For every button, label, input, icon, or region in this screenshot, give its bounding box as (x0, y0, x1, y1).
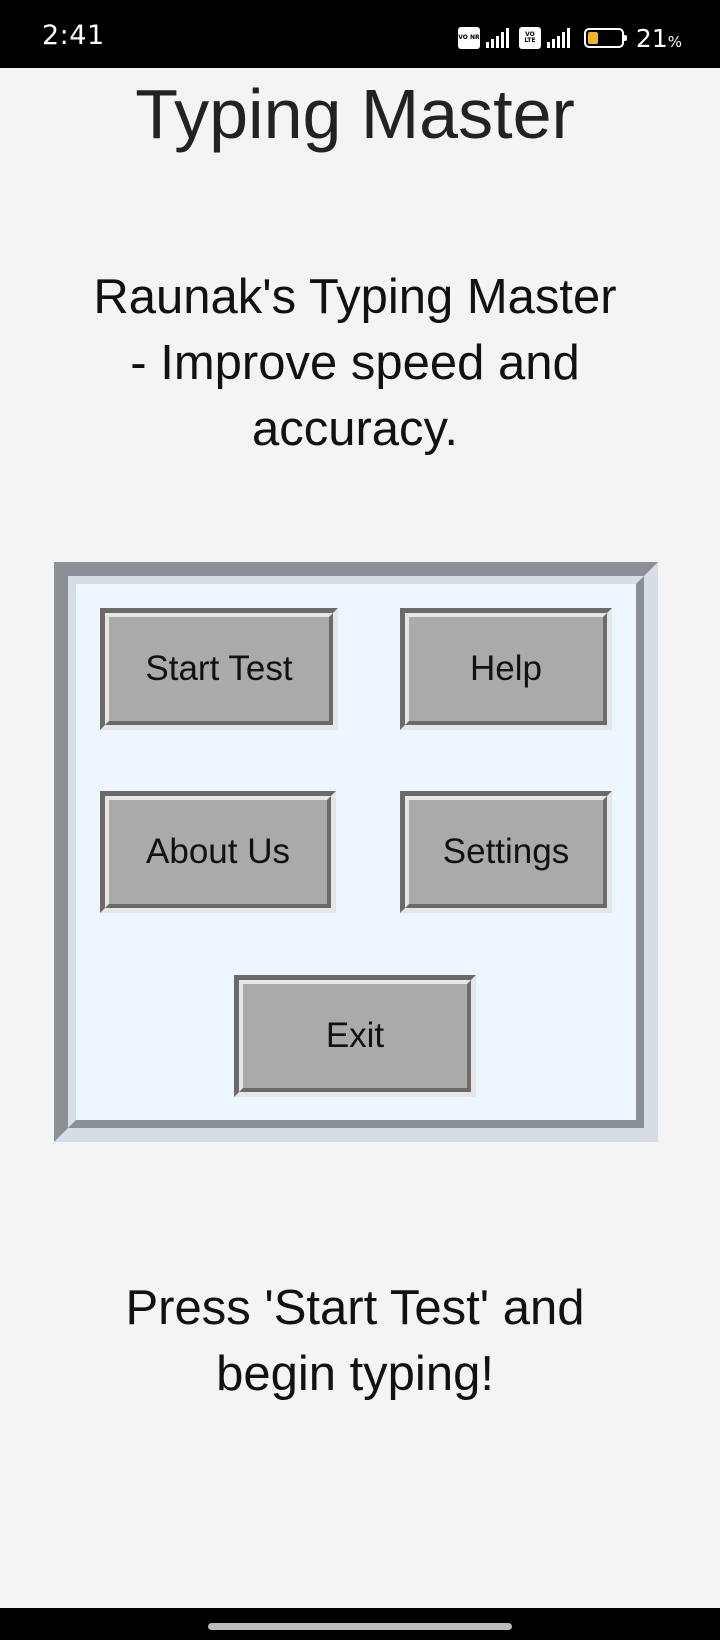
app-title: Typing Master (135, 75, 575, 153)
battery-icon (583, 28, 627, 48)
status-time: 2:41 (42, 20, 105, 51)
signal-icon (485, 28, 509, 48)
sim1-badge-text: VO NR (458, 34, 480, 41)
battery-percent-unit: % (667, 32, 682, 51)
help-button[interactable]: Help (400, 608, 612, 730)
exit-button[interactable]: Exit (234, 975, 476, 1097)
navigation-bar (0, 1608, 720, 1640)
app-subtitle: Raunak's Typing Master - Improve speed a… (93, 270, 617, 456)
about-us-button[interactable]: About Us (100, 791, 336, 913)
home-indicator[interactable] (208, 1623, 512, 1630)
sim2-badge-text: VO LTE (524, 31, 536, 44)
footer-hint: Press 'Start Test' and begin typing! (125, 1281, 585, 1401)
volte-icon: VO LTE (518, 27, 541, 49)
start-test-button[interactable]: Start Test (100, 608, 338, 730)
signal-icon (546, 28, 570, 48)
battery-percent: 21% (636, 24, 682, 53)
settings-button[interactable]: Settings (400, 791, 612, 913)
battery-percent-value: 21 (635, 23, 668, 53)
battery-level-fill (587, 32, 598, 44)
status-icons: VO NR VO LTE 21% (457, 24, 682, 53)
volte-icon: VO NR (457, 27, 480, 49)
status-bar: 2:41 VO NR VO LTE 21% (0, 0, 720, 68)
